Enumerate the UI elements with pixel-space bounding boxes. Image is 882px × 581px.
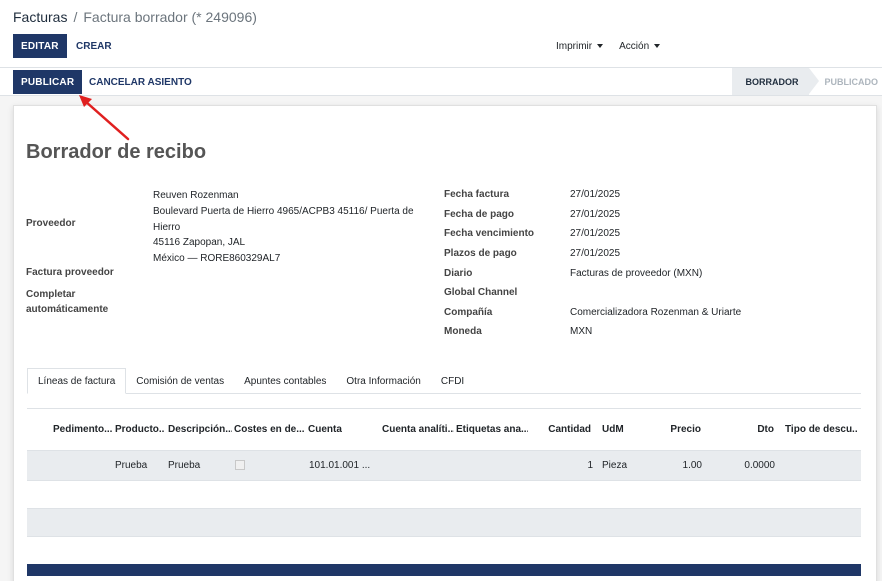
vendor-city: 45116 Zapopan, JAL: [153, 237, 246, 249]
col-etiquetas[interactable]: Etiquetas ana...: [456, 424, 528, 435]
vendor-country-rfc: México — RORE860329AL7: [153, 253, 281, 265]
payment-terms-value[interactable]: 27/01/2025: [570, 248, 620, 259]
breadcrumb: Facturas / Factura borrador (* 249096): [13, 9, 257, 25]
tab-invoice-lines[interactable]: Líneas de factura: [27, 368, 127, 394]
caret-down-icon: [654, 44, 661, 48]
currency-value[interactable]: MXN: [570, 326, 592, 337]
action-dropdown-label: Acción: [619, 40, 650, 52]
vendor-address[interactable]: Reuven Rozenman Boulevard Puerta de Hier…: [153, 188, 415, 267]
tab-journal-items[interactable]: Apuntes contables: [234, 368, 336, 394]
currency-label: Moneda: [444, 326, 482, 337]
notebook-tabs: Líneas de factura Comisión de ventas Apu…: [27, 368, 861, 394]
stage-posted[interactable]: PUBLICADO: [809, 68, 882, 95]
table-header: Pedimento... Producto... Descripción... …: [27, 409, 861, 451]
col-udm[interactable]: UdM: [602, 424, 632, 435]
table-empty-row: [27, 509, 861, 537]
due-date-value[interactable]: 27/01/2025: [570, 228, 620, 239]
col-cuenta-analitica[interactable]: Cuenta analíti...: [382, 424, 454, 435]
tab-other-info[interactable]: Otra Información: [336, 368, 430, 394]
cell-precio: 1.00: [682, 460, 702, 471]
company-value[interactable]: Comercializadora Rozenman & Uriarte: [570, 307, 741, 318]
tab-sales-commission[interactable]: Comisión de ventas: [126, 368, 234, 394]
table-row[interactable]: Prueba Prueba 101.01.001 ... 1 Pieza 1.0…: [27, 451, 861, 481]
cell-cantidad: 1: [587, 460, 593, 471]
stage-draft[interactable]: BORRADOR: [731, 68, 819, 95]
caret-down-icon: [597, 44, 604, 48]
autocomplete-label: Completar automáticamente: [26, 289, 109, 315]
tab-cfdi[interactable]: CFDI: [431, 368, 474, 394]
vendor-invoice-label: Factura proveedor: [26, 267, 114, 278]
cell-costes-checkbox[interactable]: [235, 460, 245, 470]
col-dto[interactable]: Dto: [742, 424, 774, 435]
print-dropdown-label: Imprimir: [556, 40, 593, 52]
stage-pipeline: BORRADOR PUBLICADO: [731, 68, 882, 95]
col-descripcion[interactable]: Descripción...: [168, 424, 232, 435]
create-button[interactable]: CREAR: [68, 34, 120, 58]
payment-date-value[interactable]: 27/01/2025: [570, 209, 620, 220]
col-costes[interactable]: Costes en de...: [234, 424, 304, 435]
invoice-lines-table: Pedimento... Producto... Descripción... …: [27, 408, 861, 537]
payment-date-label: Fecha de pago: [444, 209, 515, 220]
print-dropdown[interactable]: Imprimir: [556, 40, 604, 52]
breadcrumb-current: Factura borrador (* 249096): [83, 9, 257, 25]
vendor-street: Boulevard Puerta de Hierro 4965/ACPB3 45…: [153, 205, 414, 233]
breadcrumb-separator: /: [73, 9, 78, 25]
edit-button[interactable]: EDITAR: [13, 34, 67, 58]
control-panel: Facturas / Factura borrador (* 249096) E…: [0, 0, 882, 68]
col-producto[interactable]: Producto...: [115, 424, 165, 435]
col-tipo-descuento[interactable]: Tipo de descu...: [785, 424, 857, 435]
cell-producto: Prueba: [115, 460, 148, 471]
cell-cuenta: 101.01.001 ...: [309, 460, 371, 471]
company-label: Compañía: [444, 307, 493, 318]
action-dropdowns: Imprimir Acción: [556, 34, 661, 58]
invoice-date-value[interactable]: 27/01/2025: [570, 189, 620, 200]
cell-descripcion: Prueba: [168, 460, 201, 471]
action-dropdown[interactable]: Acción: [619, 40, 661, 52]
breadcrumb-invoices-link[interactable]: Facturas: [13, 9, 67, 25]
table-footer-bar: [27, 564, 861, 576]
col-precio[interactable]: Precio: [657, 424, 701, 435]
annotation-arrow-icon: [79, 95, 130, 141]
due-date-label: Fecha vencimiento: [444, 228, 535, 239]
payment-terms-label: Plazos de pago: [444, 248, 517, 259]
cell-udm: Pieza: [602, 460, 628, 471]
journal-value[interactable]: Facturas de proveedor (MXN): [570, 268, 702, 279]
invoice-date-label: Fecha factura: [444, 189, 510, 200]
vendor-name: Reuven Rozenman: [153, 190, 239, 201]
col-cuenta[interactable]: Cuenta: [308, 424, 348, 435]
cell-dto: 0.0000: [744, 460, 775, 471]
col-pedimento[interactable]: Pedimento...: [53, 424, 113, 435]
global-channel-label: Global Channel: [444, 287, 518, 298]
table-empty-row: [27, 481, 861, 509]
col-cantidad[interactable]: Cantidad: [547, 424, 591, 435]
journal-label: Diario: [444, 268, 473, 279]
vendor-label: Proveedor: [26, 218, 76, 229]
